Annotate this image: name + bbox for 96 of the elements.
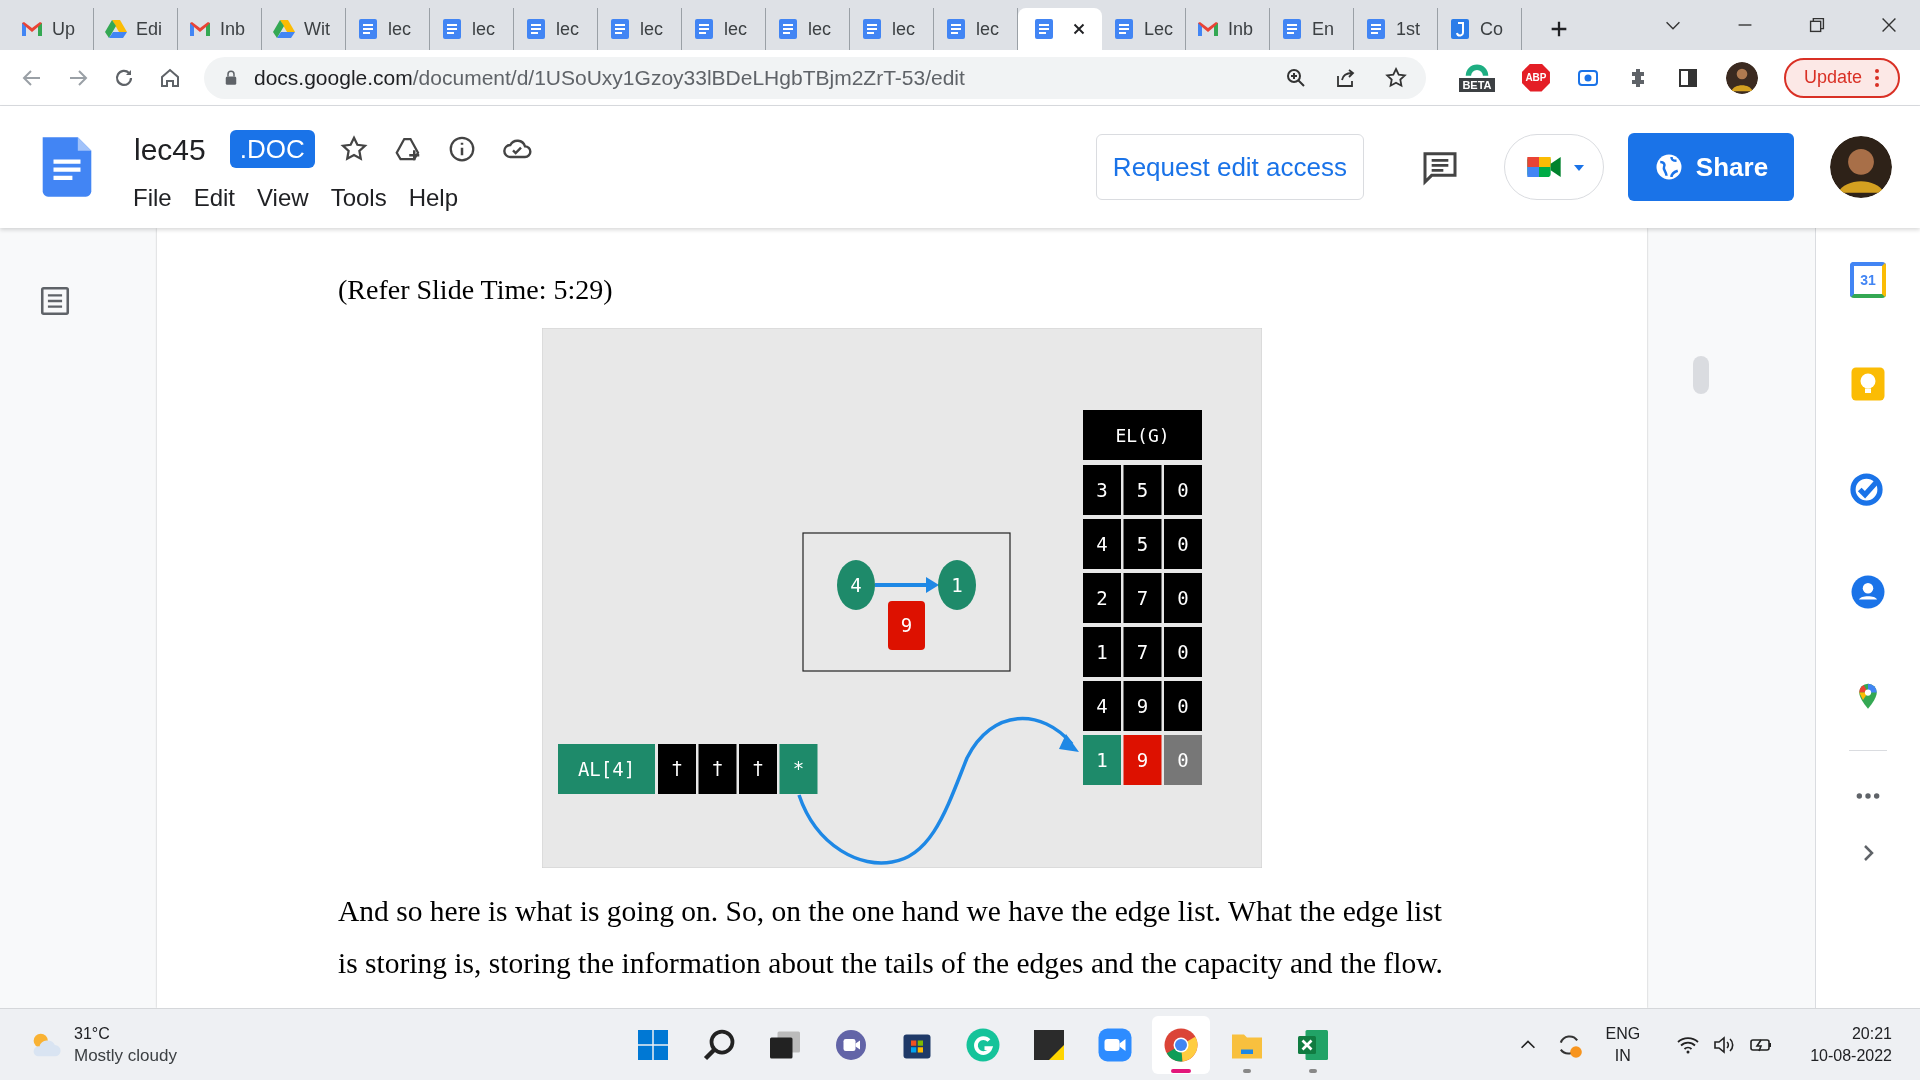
clock[interactable]: 20:21 10-08-2022 [1810,1022,1892,1067]
edge-arrow [875,577,939,593]
table-cell [1164,519,1202,569]
body-text: And so here is what is going on. So, on the one hand we have the edge list. What the edge list [338,894,1443,929]
language-indicator[interactable]: ENG IN [1605,1022,1641,1067]
table-cell [1083,465,1121,515]
table-cell [1083,627,1121,677]
beta-label: BETA [1459,77,1495,92]
document-icon [1280,17,1304,41]
temperature: 31°C [74,1023,111,1044]
table-cell [1083,681,1121,731]
table-cell [1164,681,1202,731]
document-icon [1448,17,1472,41]
list-cell-label: † [671,757,683,779]
menu-item[interactable]: Tools [330,179,387,216]
list-label: AL[4] [577,758,636,780]
document-icon [440,17,464,41]
graph-node [938,560,976,610]
table-cell-label: 0 [1177,749,1189,771]
chrome-icon[interactable] [1152,1015,1210,1074]
address-bar[interactable]: docs.google.com/document/d/1USoUxy1Gzoy33lBDeLHgbTBjm2ZrT-53/edit [204,56,1426,99]
table-cell-label: 7 [1136,587,1149,609]
table-cell-label: 3 [1096,479,1108,501]
triangle-icon [104,17,128,41]
table-cell [1164,573,1202,623]
graph-node [837,560,875,610]
table-cell-label: 0 [1177,695,1189,717]
table-cell-label: 7 [1136,641,1149,663]
node-label: 1 [951,574,963,596]
body-text: is storing is, storing the information about the tails of the edges and the capacity and the flow. [338,946,1444,981]
table-cell [1123,573,1162,623]
triangle-icon [272,17,296,41]
document-icon [1112,17,1136,41]
document-title[interactable]: lec45 [134,126,206,172]
star-icon[interactable] [1383,65,1408,90]
document-icon [692,17,716,41]
table-cell-label: 9 [1136,695,1149,717]
weight-label: 9 [900,614,913,636]
url-text: docs.google.com/document/d/1USoUxy1Gzoy33lBDeLHgbTBjm2ZrT-53/edit [254,64,965,91]
list-cell-label: † [711,757,724,779]
browser-tab[interactable] [1018,8,1102,50]
outline-icon[interactable] [38,284,72,318]
weather-text: Mostly cloudy [74,1044,177,1067]
avatar-icon[interactable] [1830,136,1892,198]
node-label: 4 [850,574,862,596]
menu-item[interactable]: Edit [193,179,236,216]
document-icon [776,17,800,41]
table-cell-label: 5 [1136,533,1149,555]
table-cell [1164,465,1202,515]
table-cell-label: 0 [1177,533,1189,555]
list-cell-label: † [752,757,764,779]
table-cell [1164,627,1202,677]
table-cell [1123,627,1162,677]
person-icon[interactable] [1850,574,1886,610]
table-cell-label: 4 [1096,533,1108,555]
adblock-button[interactable]: ABP [1521,63,1550,92]
arc-icon [1463,63,1490,78]
caret-icon [1572,162,1586,172]
table-cell-label: 1 [1096,641,1108,663]
request-edit-access-button[interactable]: Request edit access [1095,134,1364,200]
document-icon [1032,17,1056,41]
table-cell-label: 5 [1136,479,1149,501]
calendar-button[interactable]: 31 [1850,262,1886,298]
weight-box [888,601,925,650]
file-type-badge: .DOC [229,130,315,168]
table-cell-label: 1 [1096,749,1108,771]
list-cell-label: * [792,757,805,779]
document-icon [524,17,548,41]
table-cell-label: 0 [1177,641,1189,663]
table-cell-label: 9 [1136,749,1149,771]
check-circle-icon[interactable] [1850,470,1886,506]
document-icon [860,17,884,41]
scrollbar-thumb[interactable] [1693,356,1709,394]
document-icon [608,17,632,41]
avatar-icon[interactable] [1725,61,1758,94]
table-cell [1123,519,1162,569]
menu-item[interactable]: View [257,179,309,216]
share-button[interactable]: Share [1628,133,1794,201]
document-icon [1364,17,1388,41]
table-cell-label: 4 [1096,695,1108,717]
table-cell [1123,681,1162,731]
table-cell [1083,573,1121,623]
menu-item[interactable]: Help [408,179,458,216]
table-cell-label: 2 [1096,587,1108,609]
slide-caption: (Refer Slide Time: 5:29) [338,274,614,306]
extension-button[interactable]: BETA [1457,63,1496,92]
update-button[interactable]: Update [1783,57,1900,98]
document-icon [944,17,968,41]
table-cell-label: 0 [1177,587,1189,609]
menu-item[interactable]: File [133,179,172,216]
document-icon [356,17,380,41]
more-icon[interactable] [1874,67,1880,88]
table-cell [1083,519,1121,569]
table-cell-label: 0 [1177,479,1189,501]
table-header: EL(G) [1115,425,1170,446]
table-cell [1123,465,1162,515]
